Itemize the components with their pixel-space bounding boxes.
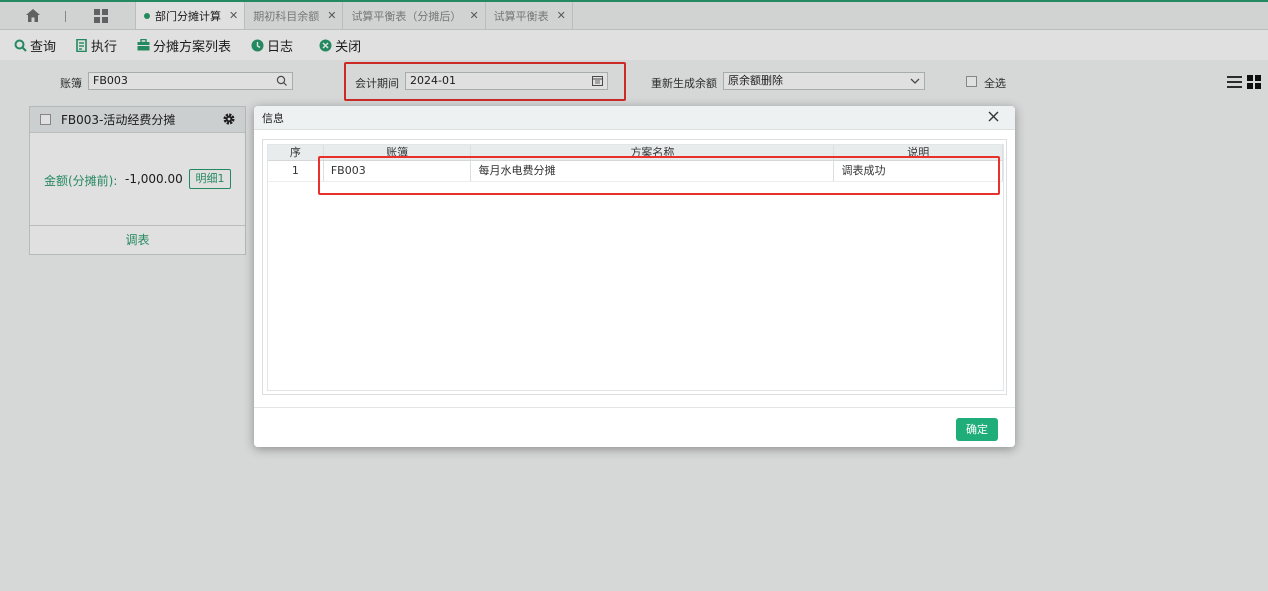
column-header-seq[interactable]: 序: [268, 145, 324, 160]
dialog-header: 信息: [254, 106, 1015, 130]
dialog-footer: 确定: [254, 407, 1015, 447]
row-highlight-box: [318, 156, 1000, 195]
dialog-title: 信息: [262, 111, 284, 125]
cell-seq: 1: [268, 161, 324, 181]
ok-button[interactable]: 确定: [956, 418, 998, 441]
close-icon[interactable]: [988, 111, 999, 122]
